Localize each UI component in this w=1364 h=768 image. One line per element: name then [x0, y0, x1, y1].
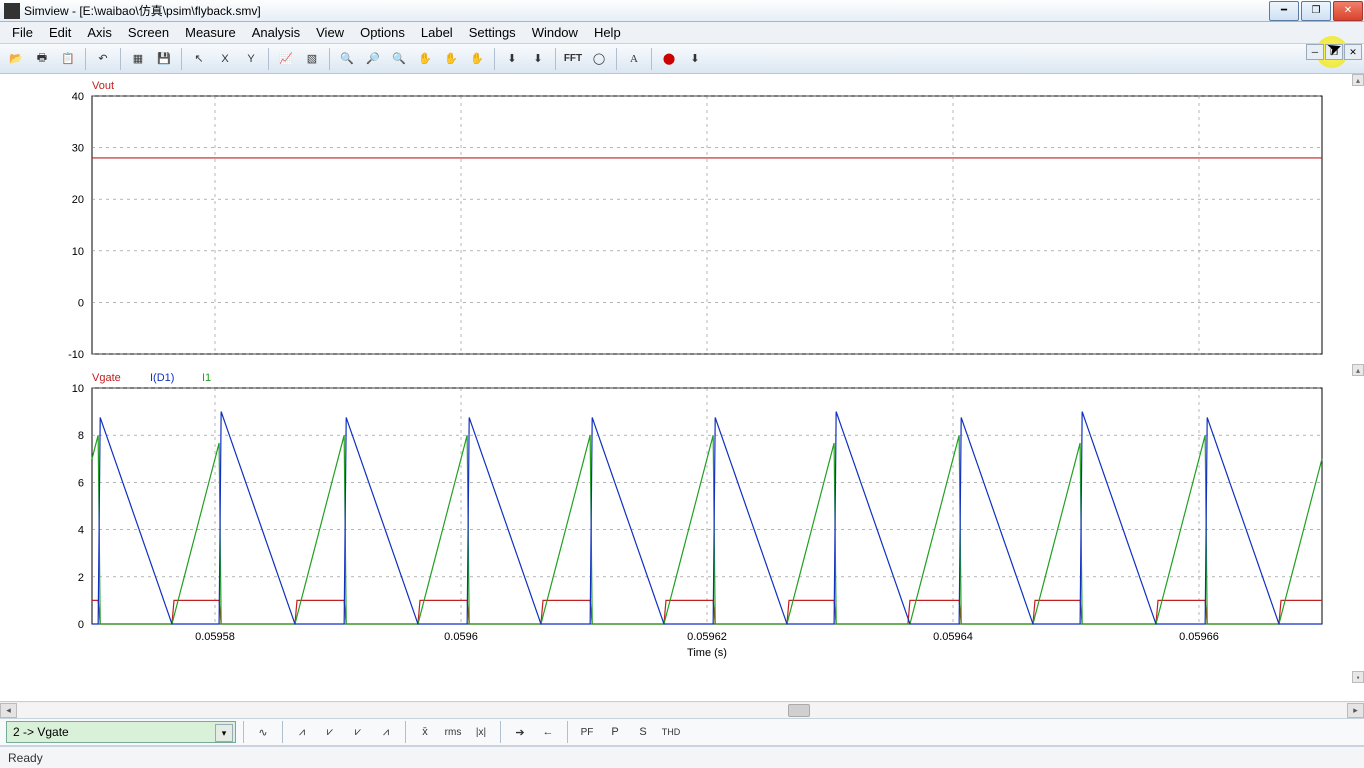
record-icon[interactable]: ⬤ — [657, 47, 681, 71]
menu-view[interactable]: View — [308, 23, 352, 42]
pan-x-icon[interactable]: ✋ — [439, 47, 463, 71]
open-icon[interactable]: 📂 — [4, 47, 28, 71]
zoom-y-icon[interactable]: 🔍 — [387, 47, 411, 71]
absx-button[interactable]: |x| — [469, 721, 493, 743]
menu-file[interactable]: File — [4, 23, 41, 42]
mdi-minimize-button[interactable]: ─ — [1306, 44, 1324, 60]
rms-button[interactable]: rms — [441, 721, 465, 743]
window-buttons: ━ ❐ ✕ — [1268, 0, 1364, 22]
toolbar: 📂 🖶 📋 ↶ ▦ 💾 ↖ X Y 📈 ▧ 🔍 🔎 🔍 ✋ ✋ ✋ ⬇ ⬇ FF… — [0, 44, 1364, 74]
menu-options[interactable]: Options — [352, 23, 413, 42]
next-valley-icon[interactable]: ⩗ — [346, 721, 370, 743]
pan-all-icon[interactable]: ✋ — [413, 47, 437, 71]
svg-text:-10: -10 — [68, 349, 84, 361]
svg-text:8: 8 — [78, 430, 84, 442]
svg-text:0: 0 — [78, 619, 84, 631]
undo-icon[interactable]: ↶ — [91, 47, 115, 71]
y-tool[interactable]: Y — [239, 47, 263, 71]
bottom-toolbar: 2 -> Vgate ▾ ∿ ⩘ ⩗ ⩗ ⩘ x̄ rms |x| ➔ ← PF… — [0, 718, 1364, 746]
svg-text:0.05958: 0.05958 — [195, 631, 235, 643]
menu-measure[interactable]: Measure — [177, 23, 244, 42]
curve1-icon[interactable]: ∿ — [251, 721, 275, 743]
avg-button[interactable]: x̄ — [413, 721, 437, 743]
p-button[interactable]: P — [603, 721, 627, 743]
grid-icon[interactable]: ▧ — [300, 47, 324, 71]
minimize-button[interactable]: ━ — [1269, 1, 1299, 21]
menu-settings[interactable]: Settings — [461, 23, 524, 42]
plot2-scroll-thumb[interactable]: ▪ — [1352, 671, 1364, 683]
svg-text:0.0596: 0.0596 — [444, 631, 478, 643]
menu-label[interactable]: Label — [413, 23, 461, 42]
pointer-icon[interactable]: ↖ — [187, 47, 211, 71]
mdi-restore-button[interactable]: ❐ — [1325, 44, 1343, 60]
redraw-icon[interactable]: 📈 — [274, 47, 298, 71]
menu-screen[interactable]: Screen — [120, 23, 177, 42]
menu-help[interactable]: Help — [586, 23, 629, 42]
menu-bar: File Edit Axis Screen Measure Analysis V… — [0, 22, 1364, 44]
svg-text:6: 6 — [78, 477, 84, 489]
fft-tool[interactable]: FFT — [561, 47, 585, 71]
clear-marker-icon[interactable]: ⬇ — [526, 47, 550, 71]
menu-edit[interactable]: Edit — [41, 23, 79, 42]
marker-icon[interactable]: ⬇ — [500, 47, 524, 71]
plot-vgate-id1-i1[interactable]: 0 2 4 6 8 10 0.05958 0.0596 0.05962 0.05964 0.0596… — [0, 366, 1350, 686]
window-title: Simview - [E:\waibao\仿真\psim\flyback.smv… — [24, 2, 261, 19]
maximize-button[interactable]: ❐ — [1301, 1, 1331, 21]
close-button[interactable]: ✕ — [1333, 1, 1363, 21]
svg-text:10: 10 — [72, 246, 84, 258]
pf-button[interactable]: PF — [575, 721, 599, 743]
hscroll-right[interactable]: ▸ — [1347, 703, 1364, 718]
app-icon — [4, 3, 20, 19]
zoom-in-icon[interactable]: 🔍 — [335, 47, 359, 71]
zoom-x-icon[interactable]: 🔎 — [361, 47, 385, 71]
title-bar: Simview - [E:\waibao\仿真\psim\flyback.smv… — [0, 0, 1364, 22]
hscroll-track[interactable] — [17, 703, 1347, 718]
s-button[interactable]: S — [631, 721, 655, 743]
peak-icon[interactable]: ⩘ — [290, 721, 314, 743]
text-tool[interactable]: A — [622, 47, 646, 71]
svg-text:30: 30 — [72, 143, 84, 155]
plot-area: ▴ ▴ ▪ Vout Vgate I(D1) I1 -10010203040 0… — [0, 74, 1364, 701]
hscroll-thumb[interactable] — [788, 704, 810, 717]
menu-analysis[interactable]: Analysis — [244, 23, 308, 42]
svg-text:40: 40 — [72, 91, 84, 103]
print-icon[interactable]: 🖶 — [30, 47, 54, 71]
svg-text:0: 0 — [78, 297, 84, 309]
horizontal-scrollbar[interactable]: ◂ ▸ — [0, 701, 1364, 718]
svg-text:0.05962: 0.05962 — [687, 631, 727, 643]
annotate-icon[interactable]: ⬇ — [683, 47, 707, 71]
menu-window[interactable]: Window — [524, 23, 586, 42]
svg-text:20: 20 — [72, 194, 84, 206]
thd-button[interactable]: THD — [659, 721, 683, 743]
curve-select-combo[interactable]: 2 -> Vgate ▾ — [6, 721, 236, 743]
pan-y-icon[interactable]: ✋ — [465, 47, 489, 71]
valley-icon[interactable]: ⩗ — [318, 721, 342, 743]
plot-vout[interactable]: -10 0 10 20 30 40 — [0, 74, 1350, 374]
chevron-down-icon[interactable]: ▾ — [215, 724, 233, 742]
data-icon[interactable]: ▦ — [126, 47, 150, 71]
clipboard-icon[interactable]: 📋 — [56, 47, 80, 71]
mdi-close-button[interactable]: ✕ — [1344, 44, 1362, 60]
svg-text:Time (s): Time (s) — [687, 647, 727, 659]
svg-text:2: 2 — [78, 572, 84, 584]
svg-text:10: 10 — [72, 383, 84, 395]
svg-text:0.05966: 0.05966 — [1179, 631, 1219, 643]
plot2-scroll-up[interactable]: ▴ — [1352, 364, 1364, 376]
svg-text:0.05964: 0.05964 — [933, 631, 973, 643]
plot1-scroll-up[interactable]: ▴ — [1352, 74, 1364, 86]
save-data-icon[interactable]: 💾 — [152, 47, 176, 71]
curve-select-value: 2 -> Vgate — [13, 725, 69, 739]
hscroll-left[interactable]: ◂ — [0, 703, 17, 718]
next-button[interactable]: ➔ — [508, 721, 532, 743]
x-tool[interactable]: X — [213, 47, 237, 71]
mdi-buttons: ─ ❐ ✕ — [1306, 44, 1362, 60]
status-text: Ready — [8, 751, 43, 765]
next-peak-icon[interactable]: ⩘ — [374, 721, 398, 743]
svg-text:4: 4 — [78, 525, 84, 537]
prev-button[interactable]: ← — [536, 721, 560, 743]
menu-axis[interactable]: Axis — [79, 23, 120, 42]
status-bar: Ready — [0, 746, 1364, 768]
circle-icon[interactable]: ◯ — [587, 47, 611, 71]
